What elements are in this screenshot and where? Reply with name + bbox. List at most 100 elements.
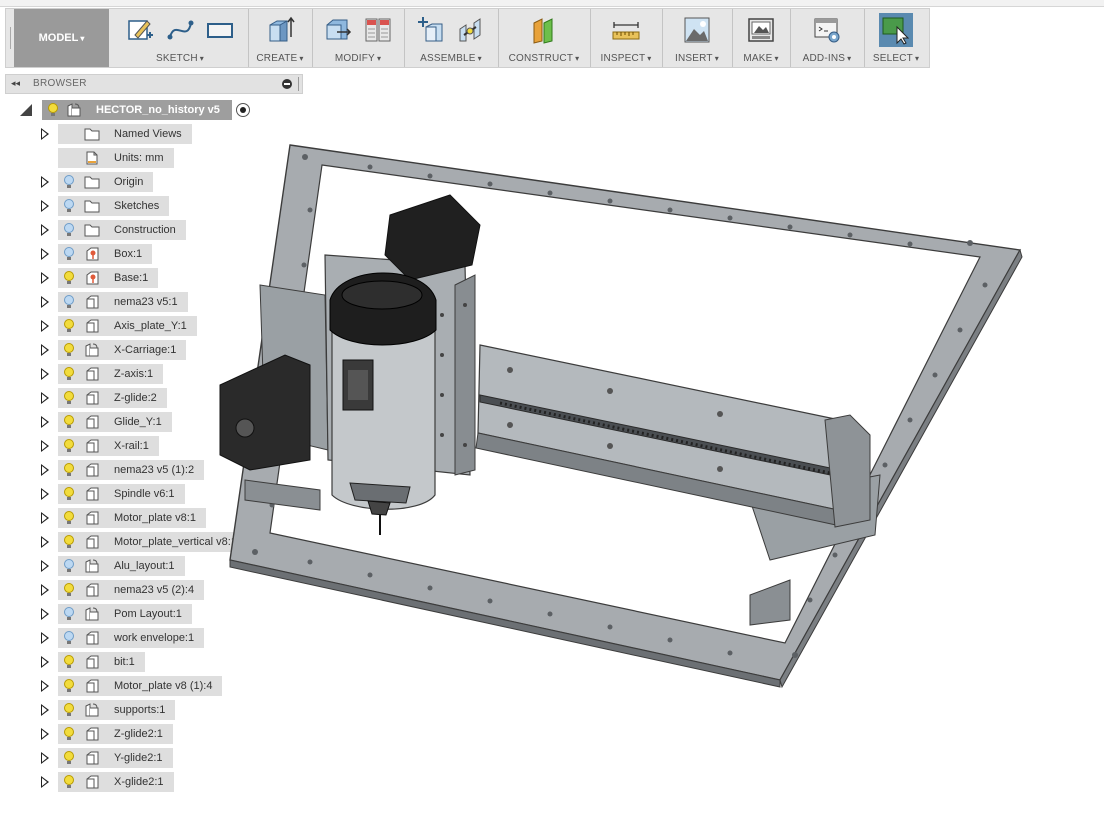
visibility-bulb-icon[interactable] xyxy=(64,583,74,597)
insert-menu[interactable]: INSERT ▾ xyxy=(662,53,732,64)
visibility-bulb-icon[interactable] xyxy=(64,223,74,237)
visibility-bulb-icon[interactable] xyxy=(64,295,74,309)
tree-node[interactable]: X-glide2:1 xyxy=(58,772,174,792)
visibility-bulb-icon[interactable] xyxy=(64,271,74,285)
tree-node[interactable]: Pom Layout:1 xyxy=(58,604,192,624)
expand-triangle-icon[interactable] xyxy=(41,416,49,428)
expand-triangle-icon[interactable] xyxy=(41,344,49,356)
browser-resize-handle[interactable] xyxy=(298,77,302,91)
spline-button[interactable] xyxy=(163,13,197,47)
tree-node[interactable]: bit:1 xyxy=(58,652,145,672)
visibility-bulb-icon[interactable] xyxy=(64,391,74,405)
expand-triangle-icon[interactable] xyxy=(41,632,49,644)
tree-node[interactable]: nema23 v5 (1):2 xyxy=(58,460,205,480)
visibility-bulb-icon[interactable] xyxy=(64,655,74,669)
tree-node[interactable]: work envelope:1 xyxy=(58,628,205,648)
expand-triangle-icon[interactable] xyxy=(41,272,49,284)
tree-node[interactable]: X-Carriage:1 xyxy=(58,340,187,360)
extrude-button[interactable] xyxy=(263,13,297,47)
visibility-bulb-icon[interactable] xyxy=(48,103,58,117)
visibility-bulb-icon[interactable] xyxy=(64,727,74,741)
select-menu[interactable]: SELECT ▾ xyxy=(864,53,928,64)
tree-node[interactable]: Box:1 xyxy=(58,244,153,264)
browser-minimize-icon[interactable] xyxy=(282,79,292,89)
addins-menu[interactable]: ADD-INS ▾ xyxy=(790,53,864,64)
expand-triangle-icon[interactable] xyxy=(41,464,49,476)
expand-triangle-icon[interactable] xyxy=(41,392,49,404)
expand-triangle-icon[interactable] xyxy=(41,704,49,716)
visibility-bulb-icon[interactable] xyxy=(64,703,74,717)
insert-canvas-button[interactable] xyxy=(680,13,714,47)
expand-triangle-icon[interactable] xyxy=(41,488,49,500)
tree-node[interactable]: Alu_layout:1 xyxy=(58,556,185,576)
tree-node[interactable]: Motor_plate v8:1 xyxy=(58,508,206,528)
expand-triangle-icon[interactable] xyxy=(41,368,49,380)
create-sketch-button[interactable] xyxy=(123,13,157,47)
expand-triangle-icon[interactable] xyxy=(41,512,49,524)
expand-triangle-icon[interactable] xyxy=(41,752,49,764)
visibility-bulb-icon[interactable] xyxy=(64,559,74,573)
modify-menu[interactable]: MODIFY ▾ xyxy=(312,53,404,64)
expand-triangle-icon[interactable] xyxy=(41,656,49,668)
tree-node[interactable]: Glide_Y:1 xyxy=(58,412,172,432)
sketch-menu[interactable]: SKETCH ▾ xyxy=(112,53,248,64)
visibility-bulb-icon[interactable] xyxy=(64,463,74,477)
expand-triangle-icon[interactable] xyxy=(41,176,49,188)
tree-root-node[interactable]: HECTOR_no_history v5 xyxy=(42,100,232,120)
tree-node[interactable]: Z-axis:1 xyxy=(58,364,164,384)
visibility-bulb-icon[interactable] xyxy=(64,751,74,765)
offset-plane-button[interactable] xyxy=(527,13,561,47)
expand-triangle-icon[interactable] xyxy=(41,680,49,692)
expand-triangle-icon[interactable] xyxy=(41,320,49,332)
create-menu[interactable]: CREATE ▾ xyxy=(248,53,312,64)
visibility-bulb-icon[interactable] xyxy=(64,679,74,693)
construct-menu[interactable]: CONSTRUCT ▾ xyxy=(498,53,590,64)
browser-collapse-button[interactable]: ◂◂ xyxy=(11,78,20,89)
expand-triangle-icon[interactable] xyxy=(41,224,49,236)
tree-node[interactable]: nema23 v5:1 xyxy=(58,292,188,312)
expand-triangle-icon[interactable] xyxy=(41,584,49,596)
visibility-bulb-icon[interactable] xyxy=(64,631,74,645)
visibility-bulb-icon[interactable] xyxy=(64,247,74,261)
rectangle-button[interactable] xyxy=(203,13,237,47)
visibility-bulb-icon[interactable] xyxy=(64,487,74,501)
visibility-bulb-icon[interactable] xyxy=(64,607,74,621)
tree-node[interactable]: Motor_plate v8 (1):4 xyxy=(58,676,223,696)
select-button[interactable] xyxy=(879,13,913,47)
new-component-button[interactable] xyxy=(414,13,448,47)
visibility-bulb-icon[interactable] xyxy=(64,175,74,189)
tree-node[interactable]: Spindle v6:1 xyxy=(58,484,185,504)
press-pull-button[interactable] xyxy=(321,13,355,47)
expand-triangle-icon[interactable] xyxy=(41,440,49,452)
expand-triangle-icon[interactable] xyxy=(41,296,49,308)
expand-triangle-icon[interactable] xyxy=(41,200,49,212)
expand-triangle-icon[interactable] xyxy=(41,536,49,548)
appearance-button[interactable] xyxy=(361,13,395,47)
expand-triangle-icon[interactable] xyxy=(41,128,49,140)
expand-triangle-icon[interactable] xyxy=(41,608,49,620)
visibility-bulb-icon[interactable] xyxy=(64,319,74,333)
tree-node[interactable]: Origin xyxy=(58,172,154,192)
assemble-menu[interactable]: ASSEMBLE ▾ xyxy=(404,53,498,64)
tree-node[interactable]: Construction xyxy=(58,220,186,240)
visibility-bulb-icon[interactable] xyxy=(64,511,74,525)
expand-triangle-icon[interactable] xyxy=(41,776,49,788)
root-collapse-triangle-icon[interactable] xyxy=(20,104,32,116)
tree-node[interactable]: Z-glide2:1 xyxy=(58,724,173,744)
tree-node[interactable]: nema23 v5 (2):4 xyxy=(58,580,205,600)
tree-node[interactable]: supports:1 xyxy=(58,700,176,720)
visibility-bulb-icon[interactable] xyxy=(64,343,74,357)
make-menu[interactable]: MAKE ▾ xyxy=(732,53,790,64)
expand-triangle-icon[interactable] xyxy=(41,728,49,740)
visibility-bulb-icon[interactable] xyxy=(64,367,74,381)
tree-node[interactable]: Sketches xyxy=(58,196,170,216)
tree-node[interactable]: Base:1 xyxy=(58,268,159,288)
visibility-bulb-icon[interactable] xyxy=(64,439,74,453)
expand-triangle-icon[interactable] xyxy=(41,248,49,260)
visibility-bulb-icon[interactable] xyxy=(64,775,74,789)
joint-button[interactable] xyxy=(454,13,488,47)
measure-button[interactable] xyxy=(609,13,643,47)
3d-print-button[interactable] xyxy=(744,13,778,47)
scripts-button[interactable] xyxy=(810,13,844,47)
workspace-switcher[interactable]: MODEL ▾ xyxy=(14,9,109,67)
